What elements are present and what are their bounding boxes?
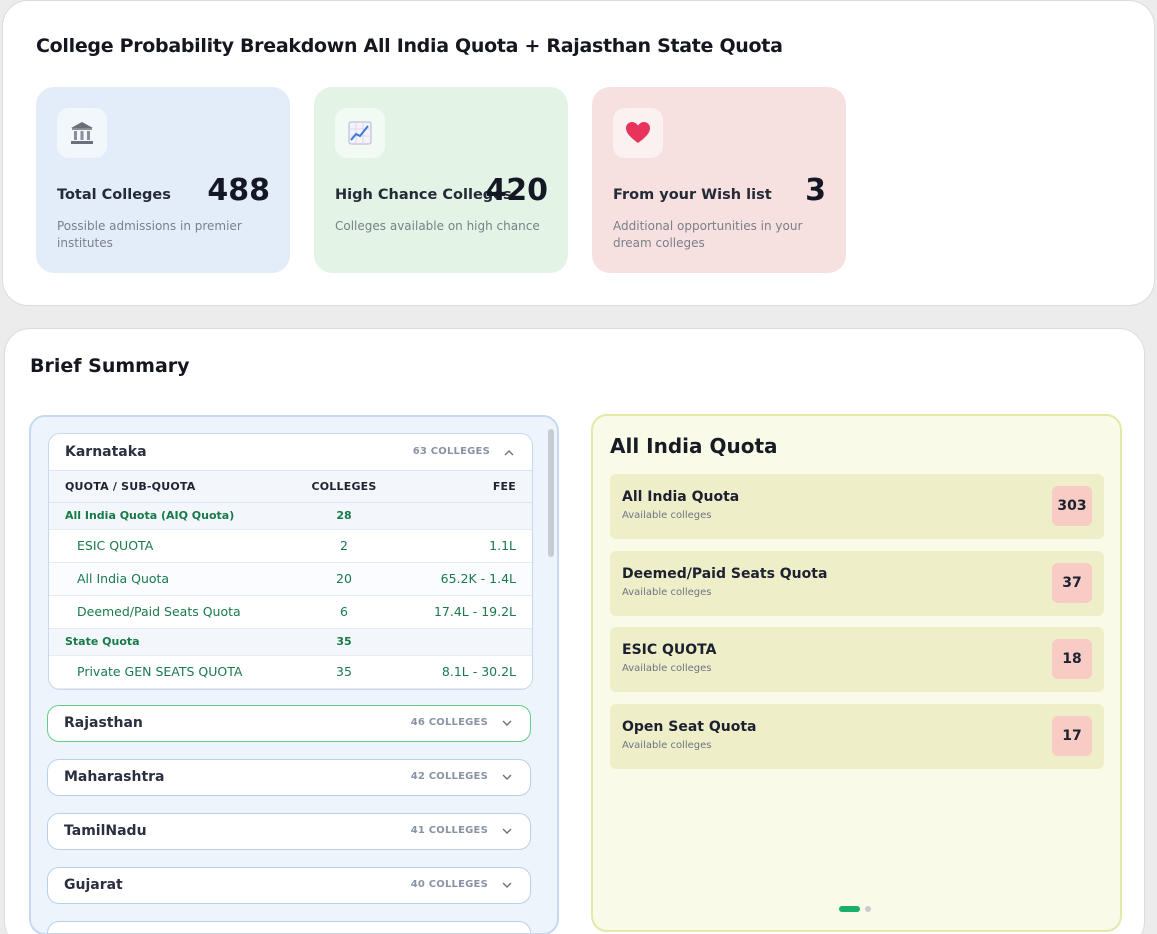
chevron-down-icon[interactable] (502, 826, 512, 836)
quota-subtitle: Available colleges (622, 663, 712, 674)
quota-count-badge: 303 (1052, 486, 1092, 526)
table-row: Private GEN SEATS QUOTA 35 8.1L - 30.2L (49, 655, 532, 689)
quota-item[interactable]: ESIC QUOTA Available colleges 18 (610, 627, 1104, 692)
quota-count-badge: 37 (1052, 563, 1092, 603)
quota-cell: ESIC QUOTA (49, 529, 279, 563)
fee-cell (409, 502, 532, 530)
state-name: Karnataka (65, 444, 147, 460)
carousel-pagination (839, 906, 871, 912)
colleges-cell: 6 (279, 595, 409, 629)
accordion-next-partial[interactable] (47, 921, 531, 933)
quota-item[interactable]: All India Quota Available colleges 303 (610, 474, 1104, 539)
accordion-maharashtra[interactable]: Maharashtra 42 COLLEGES (47, 759, 531, 796)
table-row: All India Quota 20 65.2K - 1.4L (49, 562, 532, 596)
state-name: TamilNadu (64, 823, 147, 839)
colleges-cell: 35 (279, 655, 409, 689)
college-count: 41 COLLEGES (410, 825, 488, 836)
pagination-dot-active[interactable] (839, 906, 860, 912)
colleges-cell: 35 (279, 628, 409, 656)
college-count: 63 COLLEGES (412, 446, 490, 457)
state-name: Rajasthan (64, 715, 143, 731)
quota-subtitle: Available colleges (622, 510, 712, 521)
colleges-cell: 28 (279, 502, 409, 530)
stat-value: 420 (485, 173, 548, 208)
table-row: ESIC QUOTA 2 1.1L (49, 529, 532, 563)
college-count: 46 COLLEGES (410, 717, 488, 728)
brief-summary-card: Brief Summary Karnataka 63 COLLEGES QUOT… (4, 328, 1145, 934)
stat-high-chance[interactable]: High Chance Colleges 420 Colleges availa… (314, 87, 568, 273)
table-row: Deemed/Paid Seats Quota 6 17.4L - 19.2L (49, 595, 532, 629)
colleges-cell: 2 (279, 529, 409, 563)
fee-cell (409, 628, 532, 656)
quota-cell: State Quota (49, 628, 279, 656)
quota-item[interactable]: Open Seat Quota Available colleges 17 (610, 704, 1104, 769)
quota-cell: Deemed/Paid Seats Quota (49, 595, 279, 629)
chevron-down-icon[interactable] (502, 718, 512, 728)
stat-total-colleges[interactable]: Total Colleges 488 Possible admissions i… (36, 87, 290, 273)
quota-carousel: All India Quota All India Quota Availabl… (591, 414, 1122, 932)
college-count: 40 COLLEGES (410, 879, 488, 890)
scrollbar[interactable] (548, 429, 554, 557)
fee-cell: 1.1L (409, 529, 532, 563)
accordion-gujarat[interactable]: Gujarat 40 COLLEGES (47, 867, 531, 904)
stat-description: Additional opportunities in your dream c… (613, 219, 803, 250)
stat-description: Colleges available on high chance (335, 219, 540, 233)
chart-up-icon (335, 108, 385, 158)
fee-cell: 8.1L - 30.2L (409, 655, 532, 689)
column-header-fee: FEE (409, 471, 532, 503)
quota-item[interactable]: Deemed/Paid Seats Quota Available colleg… (610, 551, 1104, 616)
quota-name: All India Quota (622, 489, 740, 505)
probability-card: College Probability Breakdown All India … (2, 0, 1155, 306)
quota-count-badge: 18 (1052, 639, 1092, 679)
college-count: 42 COLLEGES (410, 771, 488, 782)
chevron-up-icon[interactable] (504, 448, 514, 458)
stat-label: Total Colleges (57, 187, 171, 203)
stat-value: 3 (805, 173, 826, 208)
chevron-down-icon[interactable] (502, 880, 512, 890)
column-header-quota: QUOTA / SUB-QUOTA (49, 471, 279, 503)
table-row: All India Quota (AIQ Quota) 28 (49, 502, 532, 530)
stat-wish-list[interactable]: From your Wish list 3 Additional opportu… (592, 87, 846, 273)
quota-count-badge: 17 (1052, 716, 1092, 756)
state-name: Maharashtra (64, 769, 165, 785)
column-header-colleges: COLLEGES (279, 471, 409, 503)
quota-name: Open Seat Quota (622, 719, 757, 735)
quota-subtitle: Available colleges (622, 740, 712, 751)
heart-icon (613, 108, 663, 158)
stat-description: Possible admissions in premier institute… (57, 219, 242, 250)
accordion-karnataka: Karnataka 63 COLLEGES QUOTA / SUB-QUOTA … (48, 433, 533, 690)
quota-cell: All India Quota (49, 562, 279, 596)
quota-cell: All India Quota (AIQ Quota) (49, 502, 279, 530)
colleges-cell: 20 (279, 562, 409, 596)
quota-cell: Private GEN SEATS QUOTA (49, 655, 279, 689)
section-title: Brief Summary (30, 355, 190, 377)
accordion-rajasthan[interactable]: Rajasthan 46 COLLEGES (47, 705, 531, 742)
fee-cell: 17.4L - 19.2L (409, 595, 532, 629)
quota-name: ESIC QUOTA (622, 642, 717, 658)
table-row: State Quota 35 (49, 628, 532, 656)
stat-value: 488 (207, 173, 270, 208)
accordion-tamilnadu[interactable]: TamilNadu 41 COLLEGES (47, 813, 531, 850)
state-name: Gujarat (64, 877, 123, 893)
fee-cell: 65.2K - 1.4L (409, 562, 532, 596)
stat-label: From your Wish list (613, 187, 772, 203)
quota-panel-title: All India Quota (610, 434, 778, 458)
chevron-down-icon[interactable] (502, 772, 512, 782)
bank-icon (57, 108, 107, 158)
accordion-header[interactable]: Karnataka 63 COLLEGES (49, 434, 532, 471)
state-accordion-list[interactable]: Karnataka 63 COLLEGES QUOTA / SUB-QUOTA … (29, 415, 559, 934)
pagination-dot[interactable] (865, 906, 871, 912)
quota-name: Deemed/Paid Seats Quota (622, 566, 828, 582)
page-title: College Probability Breakdown All India … (36, 35, 783, 57)
quota-table: QUOTA / SUB-QUOTA COLLEGES FEE All India… (49, 471, 532, 689)
quota-subtitle: Available colleges (622, 587, 712, 598)
